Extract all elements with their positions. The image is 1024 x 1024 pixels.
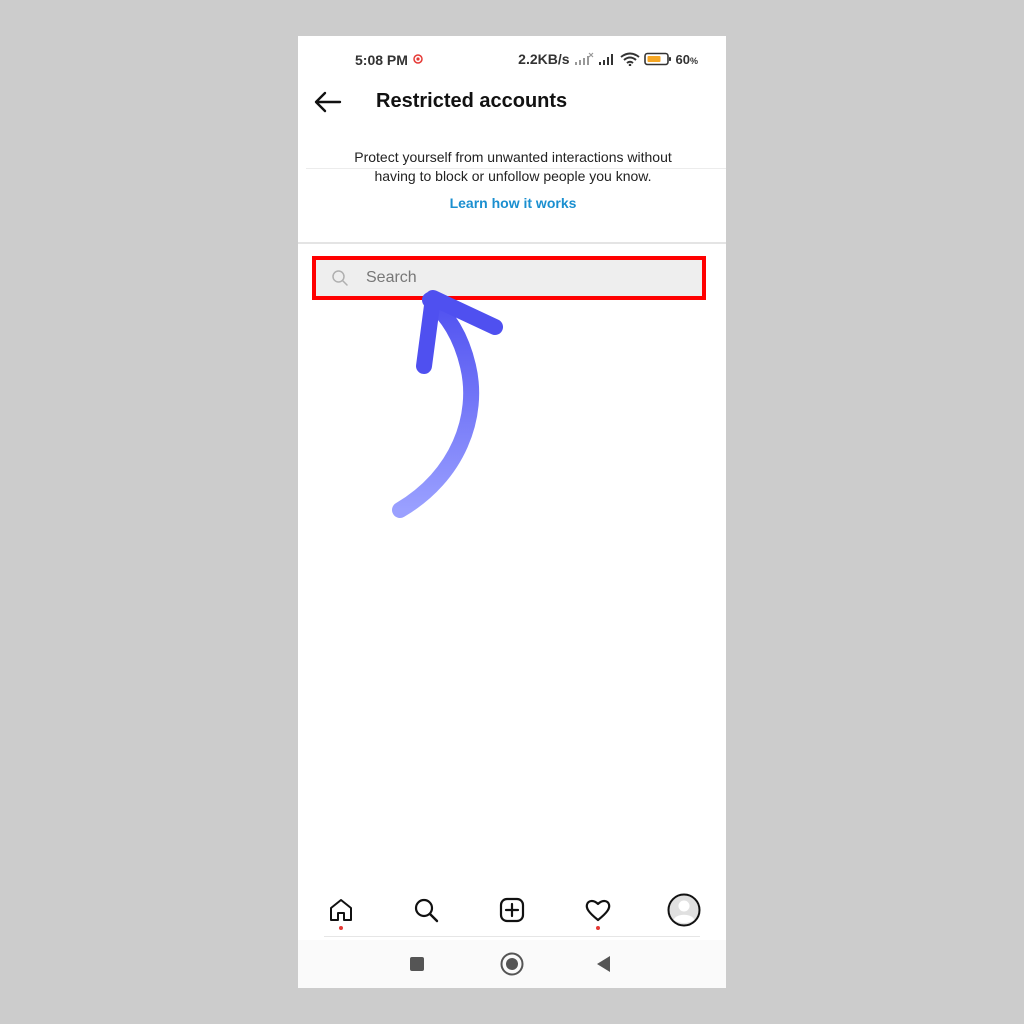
battery-percent-value: 60 [675,51,690,67]
search-icon [414,898,439,923]
network-speed: 2.2KB/s [518,51,570,67]
battery-icon [643,52,671,66]
arrow-left-icon [314,91,342,113]
system-nav-bar [298,940,726,988]
status-indicators: 2.2KB/s 60% [518,51,698,67]
home-notification-dot [339,926,343,930]
system-home-button[interactable] [499,951,525,982]
info-section: Protect yourself from unwanted interacti… [338,148,688,213]
new-post-icon [499,897,525,923]
wifi-icon [619,52,640,66]
battery-percent-suffix: % [689,55,698,66]
signal-no-service-icon [574,52,593,65]
search-bar[interactable] [312,256,706,300]
signal-icon [598,54,613,65]
nav-new-post[interactable] [494,892,530,928]
activity-notification-dot [596,926,600,930]
profile-avatar-icon [667,893,701,927]
notification-dot-icon [413,54,423,64]
recents-square-icon [410,957,424,971]
phone-screen: 5:08 PM 2.2KB/s 60% Restricted accounts … [298,36,726,988]
battery-percent: 60% [676,52,698,67]
status-time: 5:08 PM [355,52,408,68]
bottom-nav [298,892,726,940]
home-circle-icon [500,952,524,976]
nav-search[interactable] [408,892,444,928]
annotation-arrow-shaft [392,292,480,518]
nav-activity[interactable] [580,892,616,930]
search-icon [332,270,348,286]
page-title: Restricted accounts [376,90,568,112]
back-button[interactable] [312,86,344,118]
section-divider [298,242,726,244]
activity-heart-icon [585,899,611,922]
annotation-arrow-head [416,290,503,374]
search-input[interactable] [364,268,668,288]
info-description: Protect yourself from unwanted interacti… [354,149,672,184]
back-triangle-icon [597,956,610,972]
home-icon [330,899,352,921]
system-back-button[interactable] [594,954,612,979]
status-bar: 5:08 PM 2.2KB/s 60% [298,36,726,84]
nav-divider [324,936,700,937]
nav-home[interactable] [323,892,359,930]
nav-profile[interactable] [666,892,702,928]
recents-button[interactable] [408,955,426,978]
learn-how-link[interactable]: Learn how it works [450,194,577,213]
